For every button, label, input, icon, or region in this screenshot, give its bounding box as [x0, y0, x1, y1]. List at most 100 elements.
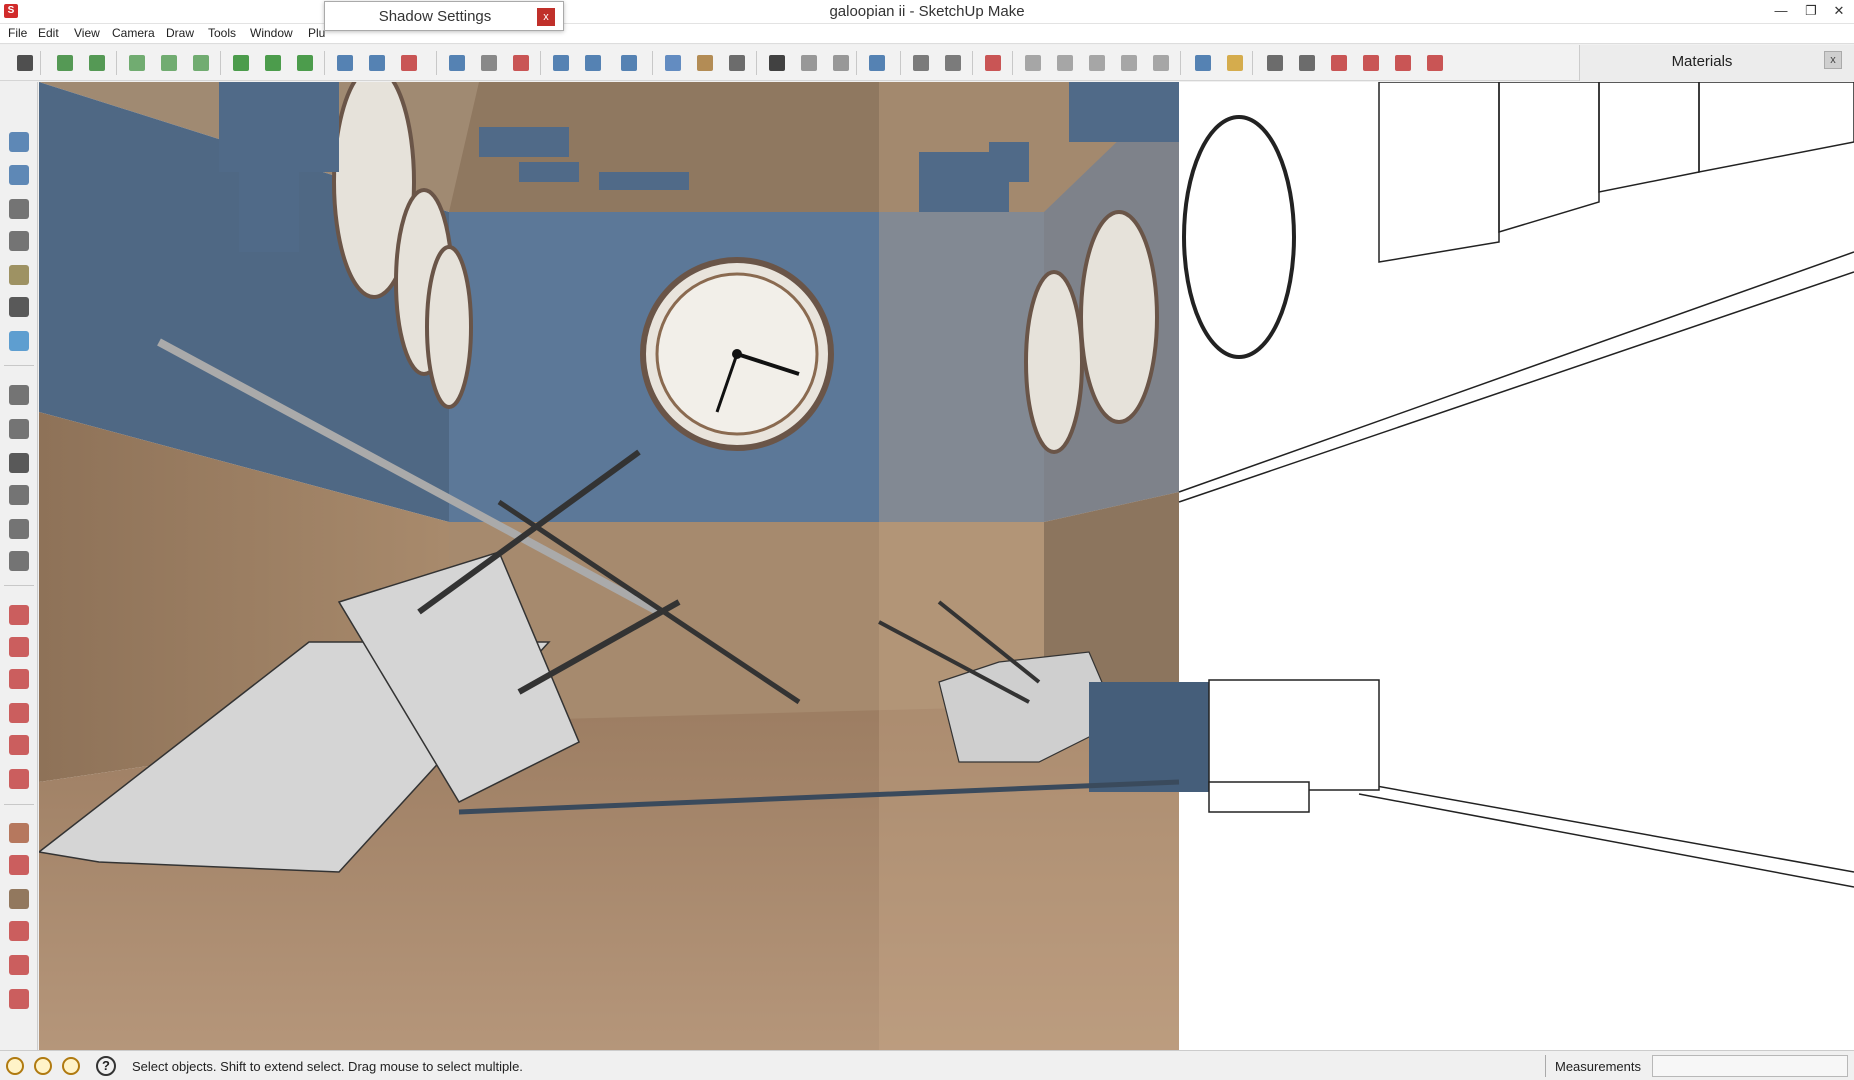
restore-button[interactable]: ❐ — [1796, 0, 1826, 22]
paste-icon[interactable] — [1222, 50, 1248, 76]
line-icon[interactable] — [228, 50, 254, 76]
shadow-settings-dialog[interactable]: Shadow Settings x — [324, 1, 564, 31]
shadow-settings-close-button[interactable]: x — [537, 8, 555, 26]
menu-view[interactable]: View — [74, 26, 100, 40]
connect-icon[interactable] — [864, 50, 890, 76]
toolbar-separator — [652, 51, 653, 75]
section-cut-icon[interactable] — [396, 50, 422, 76]
remove-align-icon[interactable] — [508, 50, 534, 76]
pencil-icon[interactable] — [980, 50, 1006, 76]
close-window-button[interactable]: ✕ — [1824, 0, 1854, 22]
scene-canvas[interactable] — [39, 82, 1854, 1050]
measurements-label: Measurements — [1555, 1059, 1641, 1074]
menu-bar: File Edit View Camera Draw Tools Window … — [0, 24, 1854, 44]
status-bar: ? Select objects. Shift to extend select… — [0, 1050, 1854, 1080]
menu-window[interactable]: Window — [250, 26, 293, 40]
union-icon[interactable] — [1116, 50, 1142, 76]
monochrome-icon[interactable] — [6, 328, 32, 354]
select-icon[interactable] — [12, 50, 38, 76]
ungroup-icon[interactable] — [828, 50, 854, 76]
house-back-icon[interactable] — [6, 516, 32, 542]
circle-icon[interactable] — [6, 886, 32, 912]
materials-grid-icon[interactable] — [660, 50, 686, 76]
menu-file[interactable]: File — [8, 26, 27, 40]
menu-plugins[interactable]: Plu — [308, 26, 325, 40]
minimize-button[interactable]: — — [1766, 0, 1796, 22]
push-pull-icon[interactable] — [6, 634, 32, 660]
menu-camera[interactable]: Camera — [112, 26, 155, 40]
page-move-icon[interactable] — [1422, 50, 1448, 76]
grid-select-icon[interactable] — [580, 50, 606, 76]
page-remove-icon[interactable] — [1390, 50, 1416, 76]
hidden-line-icon[interactable] — [6, 228, 32, 254]
add-line-icon[interactable] — [260, 50, 286, 76]
textured-icon[interactable] — [6, 294, 32, 320]
wireframe-icon[interactable] — [6, 196, 32, 222]
align-icon[interactable] — [476, 50, 502, 76]
line-draw-icon[interactable] — [6, 852, 32, 878]
sign-in-icon[interactable] — [62, 1057, 80, 1075]
scale-icon[interactable] — [6, 732, 32, 758]
status-divider — [1545, 1055, 1546, 1077]
quad-view-icon[interactable] — [940, 50, 966, 76]
layers-icon[interactable] — [124, 50, 150, 76]
measurements-input[interactable] — [1652, 1055, 1848, 1077]
materials-panel[interactable]: Materials x — [1579, 45, 1854, 81]
geo-location-icon[interactable] — [6, 1057, 24, 1075]
delete-layer-icon[interactable] — [188, 50, 214, 76]
split-view-icon[interactable] — [908, 50, 934, 76]
page-icon[interactable] — [1262, 50, 1288, 76]
credits-icon[interactable] — [34, 1057, 52, 1075]
checker-icon[interactable] — [764, 50, 790, 76]
arc-icon[interactable] — [6, 918, 32, 944]
zoom-window-icon[interactable] — [84, 50, 110, 76]
explode-icon[interactable] — [1020, 50, 1046, 76]
window-title: galoopian ii - SketchUp Make — [829, 3, 1025, 20]
copy-icon[interactable] — [1190, 50, 1216, 76]
paint-bucket-icon[interactable] — [692, 50, 718, 76]
zoom-extents-icon[interactable] — [52, 50, 78, 76]
page-add-icon[interactable] — [1326, 50, 1352, 76]
polygon-icon[interactable] — [6, 952, 32, 978]
table-icon[interactable] — [548, 50, 574, 76]
toolbar-separator — [1252, 51, 1253, 75]
wall-clock-center — [640, 257, 834, 451]
intersect-icon[interactable] — [1052, 50, 1078, 76]
subtract-icon[interactable] — [1148, 50, 1174, 76]
status-message: Select objects. Shift to extend select. … — [132, 1059, 523, 1074]
left-tool-palette — [0, 82, 38, 1050]
top-view-icon[interactable] — [6, 162, 32, 188]
menu-edit[interactable]: Edit — [38, 26, 59, 40]
follow-me-icon[interactable] — [6, 700, 32, 726]
house-iso-icon[interactable] — [6, 382, 32, 408]
rectangle-icon[interactable] — [6, 820, 32, 846]
tool-separator — [4, 365, 34, 366]
shaded-icon[interactable] — [6, 262, 32, 288]
axes-icon[interactable] — [616, 50, 642, 76]
house-side-icon[interactable] — [6, 482, 32, 508]
outer-shell-icon[interactable] — [1084, 50, 1110, 76]
page-update-icon[interactable] — [1358, 50, 1384, 76]
help-icon[interactable]: ? — [96, 1056, 116, 1076]
iso-view-icon[interactable] — [6, 129, 32, 155]
toolbar-separator — [40, 51, 41, 75]
freehand-icon[interactable] — [6, 986, 32, 1012]
section-plane-icon[interactable] — [332, 50, 358, 76]
materials-close-button[interactable]: x — [1824, 51, 1842, 69]
3d-viewport[interactable] — [39, 82, 1854, 1050]
offset-icon[interactable] — [6, 766, 32, 792]
model-info-icon[interactable] — [724, 50, 750, 76]
menu-tools[interactable]: Tools — [208, 26, 236, 40]
house-bottom-icon[interactable] — [6, 548, 32, 574]
add-layer-icon[interactable] — [156, 50, 182, 76]
page-prev-icon[interactable] — [1294, 50, 1320, 76]
group-icon[interactable] — [796, 50, 822, 76]
menu-draw[interactable]: Draw — [166, 26, 194, 40]
component-icon[interactable] — [444, 50, 470, 76]
remove-line-icon[interactable] — [292, 50, 318, 76]
move-icon[interactable] — [6, 602, 32, 628]
rotate-icon[interactable] — [6, 666, 32, 692]
house-icon[interactable] — [6, 450, 32, 476]
section-grid-icon[interactable] — [364, 50, 390, 76]
house-front-icon[interactable] — [6, 416, 32, 442]
